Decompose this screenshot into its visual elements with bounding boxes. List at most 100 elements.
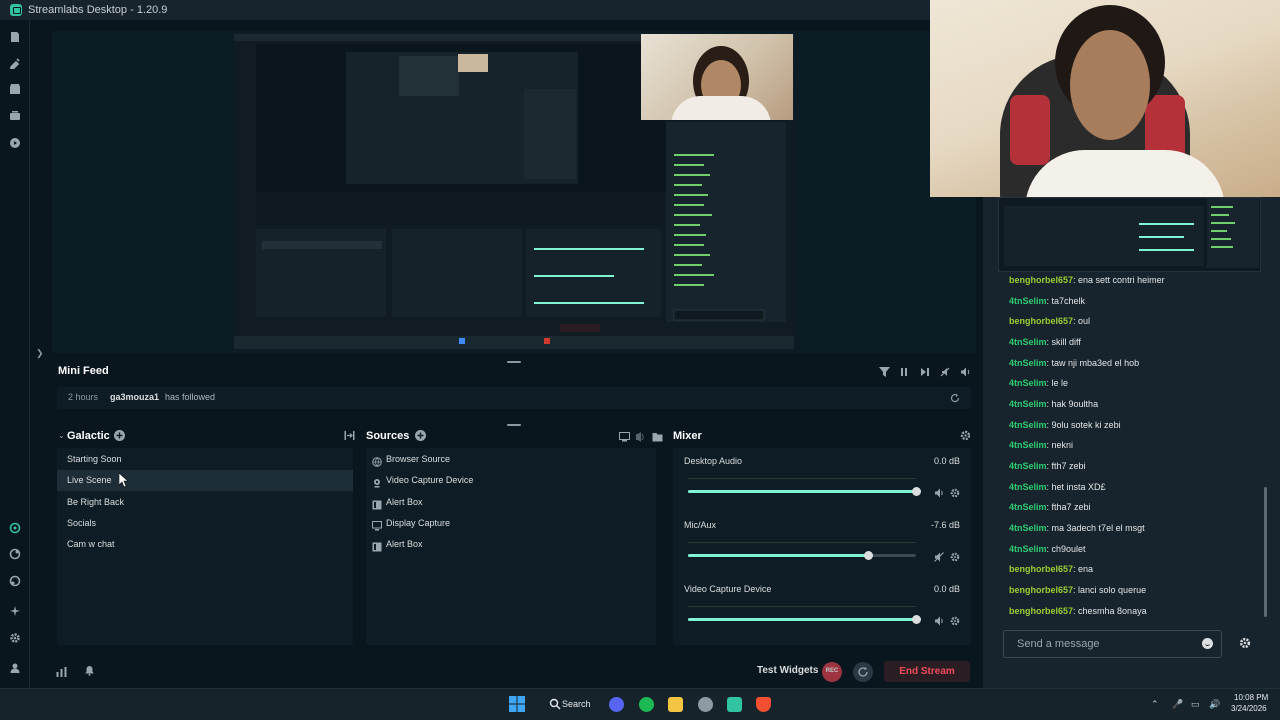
end-stream-button[interactable]: End Stream [884, 661, 970, 682]
add-source-icon[interactable] [415, 430, 426, 441]
chat-username[interactable]: 4tnSelim [1009, 482, 1047, 492]
speaker-icon[interactable] [934, 615, 944, 626]
replay-buffer-button[interactable] [853, 662, 873, 682]
editor-icon[interactable] [9, 31, 21, 43]
chat-username[interactable]: 4tnSelim [1009, 440, 1047, 450]
chat-username[interactable]: 4tnSelim [1009, 296, 1047, 306]
settings-app-icon[interactable] [698, 697, 713, 712]
add-scene-icon[interactable] [114, 430, 125, 441]
scene-collection-chevron-icon[interactable]: ⌄ [58, 431, 65, 440]
scene-collection-title[interactable]: Galactic [67, 430, 110, 442]
collapse-chevron-icon[interactable]: ❯ [36, 348, 44, 359]
scene-item[interactable]: Be Right Back [57, 492, 353, 513]
volume-slider[interactable] [688, 487, 921, 496]
performance-stats-icon[interactable] [56, 666, 67, 677]
mixer-settings-gear-icon[interactable] [960, 430, 971, 441]
chat-username[interactable]: benghorbel657 [1009, 275, 1073, 285]
taskbar-clock-time[interactable]: 10:08 PM [1234, 693, 1268, 702]
chat-username[interactable]: 4tnSelim [1009, 399, 1047, 409]
taskbar-clock-date[interactable]: 3/24/2026 [1231, 704, 1267, 713]
speaker-icon[interactable] [934, 487, 944, 498]
chat-scrollbar[interactable] [1264, 487, 1267, 617]
skip-icon[interactable] [920, 366, 930, 376]
app-store-icon[interactable] [9, 83, 21, 95]
source-item[interactable]: Alert Box [366, 492, 656, 513]
discord-icon[interactable] [609, 697, 624, 712]
source-item[interactable]: Video Capture Device [366, 470, 656, 491]
scene-item[interactable]: Cam w chat [57, 534, 353, 555]
globe-icon [372, 454, 382, 467]
spotify-icon[interactable] [639, 697, 654, 712]
source-item[interactable]: Alert Box [366, 534, 656, 555]
channel-settings-gear-icon[interactable] [950, 615, 960, 626]
pause-icon[interactable] [899, 366, 909, 376]
dashboard-icon[interactable] [9, 575, 21, 587]
record-button[interactable]: REC [822, 662, 842, 682]
chat-text: ena sett contri heimer [1078, 275, 1165, 285]
mixer-channel-name: Video Capture Device [684, 584, 772, 594]
speaker-tray-icon[interactable]: 🔊 [1209, 699, 1220, 710]
chat-username[interactable]: 4tnSelim [1009, 523, 1047, 533]
source-item[interactable]: Display Capture [366, 513, 656, 534]
source-item[interactable]: Browser Source [366, 449, 656, 470]
chat-username[interactable]: 4tnSelim [1009, 544, 1047, 554]
settings-gear-icon[interactable] [9, 632, 21, 644]
volume-slider[interactable] [688, 551, 916, 560]
chat-username[interactable]: 4tnSelim [1009, 420, 1047, 430]
muted-speaker-icon[interactable] [934, 551, 944, 562]
chat-text: taw nji mba3ed el hob [1051, 357, 1140, 368]
layout-editor-icon[interactable] [9, 548, 21, 560]
chat-username[interactable]: 4tnSelim [1009, 378, 1047, 388]
profile-icon[interactable] [9, 662, 21, 674]
filter-icon[interactable] [879, 366, 890, 377]
notifications-bell-icon[interactable] [84, 665, 95, 676]
resize-handle[interactable] [507, 424, 521, 426]
emoji-icon[interactable] [1202, 638, 1213, 649]
file-explorer-icon[interactable] [668, 697, 683, 712]
highlighter-icon[interactable] [9, 110, 21, 122]
audio-level-meter [688, 542, 916, 543]
chat-username[interactable]: 4tnSelim [1009, 337, 1047, 347]
chat-username[interactable]: benghorbel657 [1009, 564, 1073, 574]
display-tray-icon[interactable]: ▭ [1191, 699, 1200, 710]
chat-username[interactable]: benghorbel657 [1009, 316, 1073, 326]
themes-icon[interactable] [9, 57, 21, 69]
event-user[interactable]: ga3mouza1 [110, 392, 159, 402]
mouse-cursor-icon [119, 473, 129, 488]
chat-message: benghorbel657: ena sett contri heimer [1009, 272, 1259, 293]
volume-slider-knob[interactable] [912, 487, 921, 496]
chat-username[interactable]: 4tnSelim [1009, 502, 1047, 512]
volume-slider[interactable] [688, 615, 921, 624]
microphone-tray-icon[interactable]: 🎤 [1172, 699, 1183, 710]
source-layout-icon[interactable] [619, 431, 630, 442]
volume-icon[interactable] [960, 366, 971, 377]
source-folder-icon[interactable] [652, 431, 663, 442]
studio-mode-icon[interactable] [9, 522, 21, 534]
mute-alerts-icon[interactable] [940, 366, 950, 377]
channel-settings-gear-icon[interactable] [950, 551, 960, 562]
scene-item[interactable]: Live Scene [57, 470, 353, 492]
channel-settings-gear-icon[interactable] [950, 487, 960, 498]
scene-item[interactable]: Starting Soon [57, 449, 353, 470]
volume-slider-knob[interactable] [912, 615, 921, 624]
transition-icon[interactable] [344, 430, 355, 441]
windows-start-icon[interactable] [509, 696, 525, 712]
replay-alert-icon[interactable] [950, 392, 960, 403]
test-widgets-button[interactable]: Test Widgets [757, 665, 818, 676]
chat-message: benghorbel657: lanci solo querue [1009, 582, 1259, 603]
sparkle-icon[interactable] [9, 605, 21, 617]
source-label: Video Capture Device [386, 475, 474, 486]
chat-username[interactable]: benghorbel657 [1009, 585, 1073, 595]
chat-message-input[interactable] [1004, 631, 1184, 657]
chat-username[interactable]: 4tnSelim [1009, 461, 1047, 471]
chat-settings-gear-icon[interactable] [1239, 637, 1251, 649]
source-visibility-icon[interactable] [635, 431, 646, 442]
brave-browser-icon[interactable] [756, 697, 771, 712]
streamlabs-taskbar-icon[interactable] [727, 697, 742, 712]
chat-username[interactable]: 4tnSelim [1009, 358, 1047, 368]
tray-overflow-chevron-icon[interactable]: ⌃ [1151, 699, 1159, 710]
scene-item[interactable]: Socials [57, 513, 353, 534]
recordings-icon[interactable] [9, 137, 21, 149]
chat-input-box[interactable] [1003, 630, 1222, 658]
chat-username[interactable]: benghorbel657 [1009, 606, 1073, 616]
